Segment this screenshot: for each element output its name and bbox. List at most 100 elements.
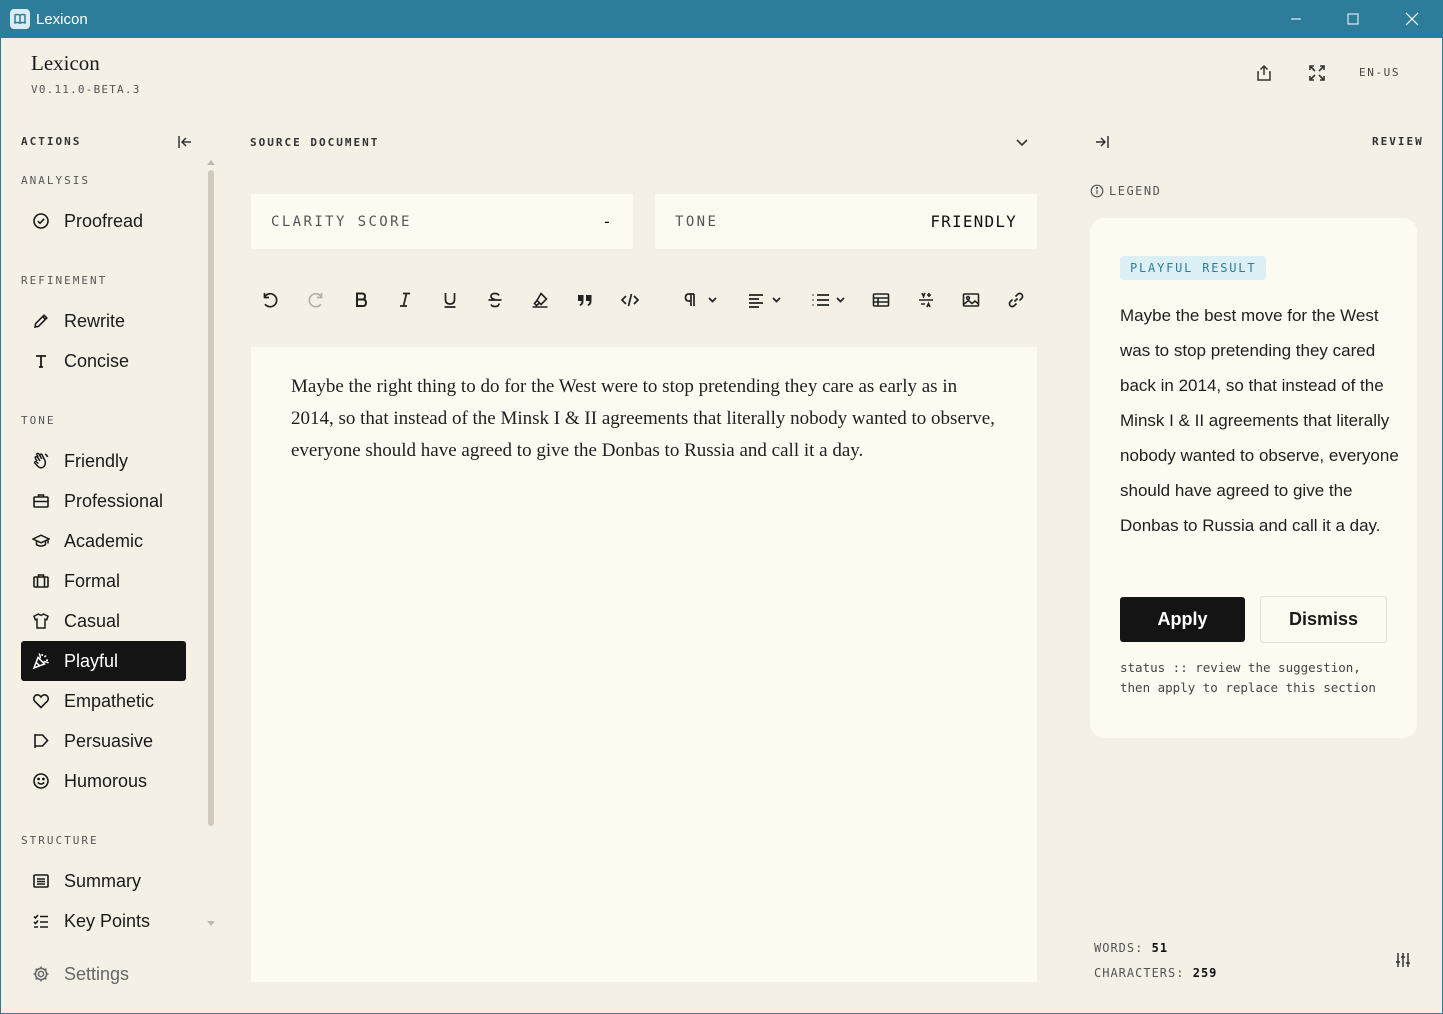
word-count-label: WORDS: (1094, 941, 1144, 955)
scroll-up-arrow[interactable] (207, 160, 215, 165)
redo-button[interactable] (304, 288, 328, 312)
sliders-icon[interactable] (1392, 949, 1414, 971)
tone-label: TONE (675, 213, 719, 230)
collapse-review-icon[interactable] (1091, 131, 1113, 153)
sidebar-item-playful[interactable]: Playful (21, 641, 186, 681)
legend-toggle[interactable]: LEGEND (1090, 184, 1161, 198)
sidebar-item-label: Casual (64, 610, 121, 631)
character-count-value: 259 (1192, 966, 1218, 980)
collapse-sidebar-icon[interactable] (174, 131, 196, 153)
sidebar-item-settings[interactable]: Settings (21, 954, 186, 994)
actions-title: ACTIONS (21, 135, 82, 148)
sidebar-item-rewrite[interactable]: Rewrite (21, 301, 186, 341)
code-button[interactable] (618, 288, 642, 312)
window-title: Lexicon (36, 11, 88, 28)
sidebar-item-academic[interactable]: Academic (21, 521, 186, 561)
sidebar-item-key-points[interactable]: Key Points (21, 901, 186, 941)
sidebar-item-casual[interactable]: Casual (21, 601, 186, 641)
sidebar-item-label: Key Points (64, 910, 151, 931)
source-document-title: SOURCE DOCUMENT (250, 136, 380, 149)
sidebar-item-proofread[interactable]: Proofread (21, 201, 186, 241)
brand-title: Lexicon (31, 51, 100, 75)
review-title: REVIEW (1372, 135, 1424, 148)
sidebar-item-concise[interactable]: Concise (21, 341, 186, 381)
image-button[interactable] (959, 288, 983, 312)
sidebar-item-humorous[interactable]: Humorous (21, 761, 186, 801)
group-label-analysis: ANALYSIS (21, 174, 90, 187)
word-count-value: 51 (1151, 941, 1169, 955)
tone-card: TONE FRIENDLY (655, 194, 1037, 249)
flag-arrow-icon (31, 731, 51, 751)
tone-value: FRIENDLY (930, 212, 1017, 231)
title-bar: Lexicon (0, 0, 1443, 38)
sidebar-item-label: Friendly (64, 450, 129, 471)
insert-break-button[interactable] (914, 288, 938, 312)
check-circle-icon (31, 211, 51, 231)
sidebar-item-formal[interactable]: Formal (21, 561, 186, 601)
language-selector[interactable]: EN-US (1359, 66, 1400, 79)
list-dropdown[interactable] (808, 288, 848, 312)
sidebar-item-professional[interactable]: Professional (21, 481, 186, 521)
apply-button[interactable]: Apply (1120, 597, 1245, 642)
word-count: WORDS: 51 (1094, 941, 1168, 955)
character-count: CHARACTERS: 259 (1094, 966, 1217, 980)
gear-icon (31, 964, 51, 984)
minimize-button[interactable] (1273, 0, 1319, 38)
maximize-button[interactable] (1330, 0, 1376, 38)
document-editor[interactable]: Maybe the right thing to do for the West… (251, 347, 1037, 982)
graduation-cap-icon (31, 531, 51, 551)
close-window-button[interactable] (1389, 0, 1435, 38)
sidebar-item-empathetic[interactable]: Empathetic (21, 681, 186, 721)
text-t-icon (31, 351, 51, 371)
waving-hand-icon (31, 451, 51, 471)
italic-button[interactable] (393, 288, 417, 312)
paragraph-dropdown[interactable] (680, 288, 720, 312)
sidebar-item-friendly[interactable]: Friendly (21, 441, 186, 481)
underline-button[interactable] (438, 288, 462, 312)
sidebar-item-label: Summary (64, 870, 142, 891)
smiley-icon (31, 771, 51, 791)
briefcase-icon (31, 491, 51, 511)
sidebar-item-label: Concise (64, 350, 130, 371)
chevron-down-icon[interactable] (1011, 131, 1033, 153)
align-dropdown[interactable] (744, 288, 784, 312)
highlight-button[interactable] (528, 288, 552, 312)
sidebar-item-label: Academic (64, 530, 144, 551)
strikethrough-button[interactable] (483, 288, 507, 312)
sidebar-item-label: Professional (64, 490, 164, 511)
document-text[interactable]: Maybe the right thing to do for the West… (291, 371, 997, 467)
tshirt-icon (31, 611, 51, 631)
table-button[interactable] (869, 288, 893, 312)
party-popper-icon (31, 651, 51, 671)
group-label-refinement: REFINEMENT (21, 274, 108, 287)
group-label-structure: STRUCTURE (21, 834, 99, 847)
pencil-icon (31, 311, 51, 331)
sidebar-item-summary[interactable]: Summary (21, 861, 186, 901)
status-message: status :: review the suggestion, then ap… (1120, 660, 1376, 695)
app-logo-icon (10, 9, 30, 29)
sidebar-item-label: Formal (64, 570, 121, 591)
sidebar-scrollbar[interactable] (208, 170, 214, 826)
sidebar-item-label: Playful (64, 650, 119, 671)
info-icon (1090, 184, 1104, 198)
quote-button[interactable] (573, 288, 597, 312)
link-button[interactable] (1004, 288, 1028, 312)
sidebar-item-persuasive[interactable]: Persuasive (21, 721, 186, 761)
bold-button[interactable] (349, 288, 373, 312)
dismiss-button[interactable]: Dismiss (1260, 596, 1387, 643)
clarity-score-value: - (602, 212, 613, 231)
result-badge: PLAYFUL RESULT (1120, 256, 1267, 280)
sidebar-item-label: Settings (64, 963, 130, 984)
undo-button[interactable] (258, 288, 282, 312)
share-icon[interactable] (1253, 62, 1275, 84)
scroll-down-arrow[interactable] (207, 921, 215, 926)
list-box-icon (31, 871, 51, 891)
suggested-text: Maybe the best move for the West was to … (1120, 306, 1399, 535)
legend-label: LEGEND (1109, 184, 1162, 198)
review-card: PLAYFUL RESULT Maybe the best move for t… (1090, 218, 1417, 738)
group-label-tone: TONE (21, 414, 56, 427)
clarity-score-label: CLARITY SCORE (271, 213, 412, 230)
fullscreen-icon[interactable] (1306, 62, 1328, 84)
character-count-label: CHARACTERS: (1094, 966, 1185, 980)
version-label: V0.11.0-BETA.3 (31, 83, 141, 96)
